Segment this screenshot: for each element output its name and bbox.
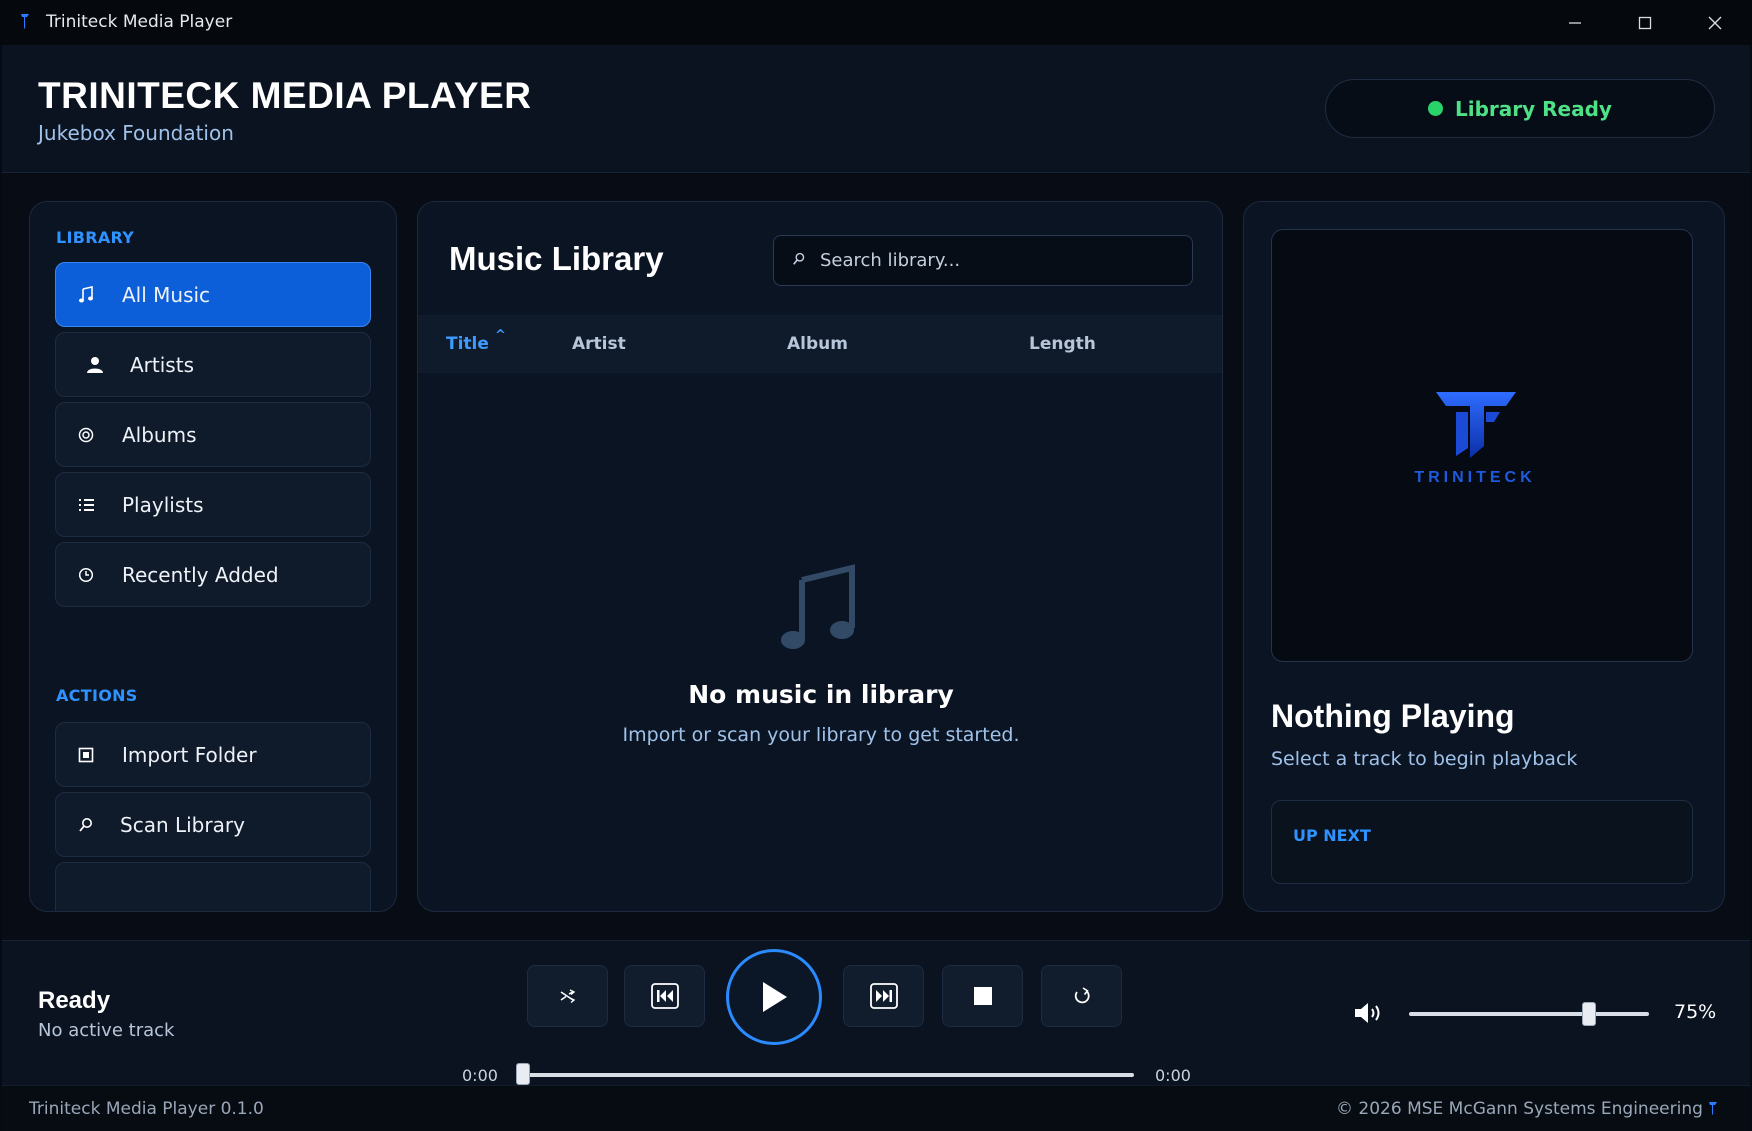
volume-percentage: 75% [1674, 1001, 1717, 1023]
disc-icon [78, 427, 122, 443]
app-brand-subtitle: Jukebox Foundation [38, 121, 234, 145]
close-button[interactable] [1680, 0, 1750, 45]
action-item-label: Import Folder [122, 742, 257, 767]
app-brand-title: TRINITECK MEDIA PLAYER [38, 75, 532, 116]
previous-icon [650, 983, 679, 1009]
shuffle-button[interactable] [527, 965, 608, 1027]
music-library-panel: Music Library Title ^ Artist Album Lengt… [417, 201, 1223, 912]
close-icon [1708, 16, 1722, 29]
status-dot-icon [1428, 101, 1444, 116]
status-text: Library Ready [1455, 96, 1612, 121]
play-icon [763, 982, 787, 1012]
search-icon [78, 817, 120, 833]
elapsed-time: 0:00 [462, 1066, 498, 1085]
folder-icon [78, 747, 122, 763]
footer-logo-icon [1709, 1102, 1717, 1115]
volume-icon[interactable] [1353, 1000, 1385, 1026]
sidebar-item-label: Playlists [122, 492, 204, 517]
empty-state-title: No music in library [688, 680, 954, 709]
triniteck-logo-icon: TRINITECK [1414, 392, 1535, 486]
empty-music-note-icon [781, 564, 855, 649]
progress-slider[interactable] [517, 1073, 1134, 1077]
sidebar-item-all-music[interactable]: All Music [55, 262, 371, 327]
player-bar: Ready No active track 0:00 0:00 75% [2, 940, 1750, 1085]
app-header: TRINITECK MEDIA PLAYER Jukebox Foundatio… [2, 45, 1750, 173]
previous-button[interactable] [624, 965, 705, 1027]
list-icon [78, 497, 122, 513]
music-note-icon [78, 285, 122, 304]
progress-slider-handle[interactable] [516, 1063, 530, 1085]
sidebar-item-label: Artists [130, 352, 194, 377]
search-icon [792, 251, 812, 270]
sidebar-item-label: Albums [122, 422, 197, 447]
sidebar-item-playlists[interactable]: Playlists [55, 472, 371, 537]
window-titlebar: Triniteck Media Player [0, 0, 1752, 45]
column-header-length[interactable]: Length [1029, 334, 1096, 354]
column-header-album[interactable]: Album [787, 334, 848, 354]
page-title: Music Library [449, 240, 664, 277]
next-button[interactable] [843, 965, 924, 1027]
volume-slider-handle[interactable] [1582, 1002, 1596, 1026]
sidebar-item-label: Recently Added [122, 562, 279, 587]
album-art: TRINITECK [1271, 229, 1693, 662]
window-title: Triniteck Media Player [46, 12, 233, 32]
sidebar-item-recently-added[interactable]: Recently Added [55, 542, 371, 607]
search-box[interactable] [773, 235, 1193, 286]
volume-slider[interactable] [1409, 1012, 1649, 1016]
sort-ascending-icon: ^ [495, 328, 506, 343]
stop-icon [973, 987, 992, 1005]
now-playing-title: Nothing Playing [1271, 698, 1515, 734]
maximize-button[interactable] [1610, 0, 1680, 45]
search-input[interactable] [820, 250, 1180, 271]
app-logo-icon [21, 14, 29, 29]
up-next-queue: UP NEXT [1271, 800, 1693, 884]
app-version: Triniteck Media Player 0.1.0 [29, 1099, 264, 1119]
play-button[interactable] [726, 949, 822, 1045]
sidebar-item-partial[interactable] [55, 862, 371, 911]
logo-text: TRINITECK [1414, 469, 1535, 486]
scan-library-button[interactable]: Scan Library [55, 792, 371, 857]
main-content: LIBRARY All Music Artists Albums Playlis… [2, 174, 1750, 940]
sidebar: LIBRARY All Music Artists Albums Playlis… [29, 201, 397, 912]
minimize-icon [1569, 21, 1581, 24]
empty-state-subtitle: Import or scan your library to get start… [622, 724, 1020, 746]
up-next-label: UP NEXT [1293, 826, 1371, 845]
sidebar-item-artists[interactable]: Artists [55, 332, 371, 397]
repeat-button[interactable] [1041, 965, 1122, 1027]
column-header-artist[interactable]: Artist [572, 334, 626, 354]
import-folder-button[interactable]: Import Folder [55, 722, 371, 787]
table-header: Title ^ Artist Album Length [418, 315, 1222, 373]
person-icon [86, 356, 130, 374]
copyright-text: © 2026 MSE McGann Systems Engineering [1336, 1099, 1703, 1119]
shuffle-icon [560, 989, 575, 1004]
active-track-label: No active track [38, 1020, 175, 1041]
minimize-button[interactable] [1540, 0, 1610, 45]
now-playing-panel: TRINITECK Nothing Playing Select a track… [1243, 201, 1725, 912]
now-playing-subtitle: Select a track to begin playback [1271, 748, 1578, 770]
clock-icon [78, 567, 122, 583]
stop-button[interactable] [942, 965, 1023, 1027]
column-header-title[interactable]: Title [446, 334, 489, 354]
repeat-icon [1074, 987, 1090, 1004]
status-footer: Triniteck Media Player 0.1.0 © 2026 MSE … [2, 1085, 1750, 1131]
duration-time: 0:00 [1155, 1066, 1191, 1085]
sidebar-item-label: All Music [122, 282, 211, 307]
actions-section-label: ACTIONS [56, 686, 138, 705]
library-section-label: LIBRARY [56, 228, 135, 247]
maximize-icon [1638, 16, 1652, 29]
player-state: Ready [38, 987, 111, 1014]
sidebar-item-albums[interactable]: Albums [55, 402, 371, 467]
library-status-badge: Library Ready [1325, 79, 1715, 138]
next-icon [869, 983, 898, 1009]
action-item-label: Scan Library [120, 812, 245, 837]
